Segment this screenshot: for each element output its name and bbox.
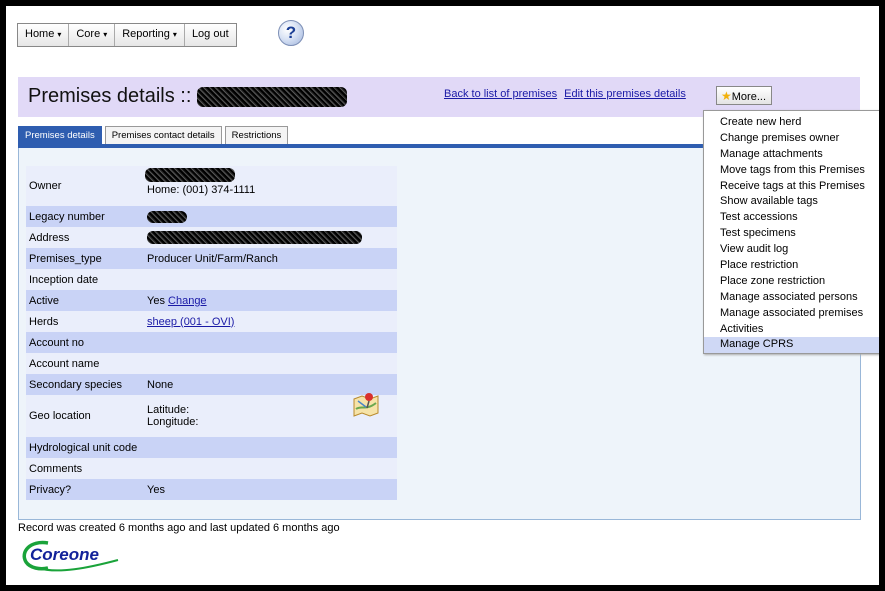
owner-phone: Home: (001) 374-1111 [147,184,256,196]
herds-label: Herds [29,315,59,328]
menu-core[interactable]: Core ▾ [69,24,116,46]
geo-location-label: Geo location [29,410,91,422]
row-geo-location: Geo location Latitude: Longitude: [26,393,397,437]
row-owner: Owner Home: (001) 374-1111 [26,166,397,206]
menu-item-test-accessions[interactable]: Test accessions [704,210,879,226]
row-address: Address [26,227,397,248]
menu-item-manage-associated-persons[interactable]: Manage associated persons [704,290,879,306]
legacy-number-label: Legacy number [29,210,105,223]
owner-label: Owner [29,180,62,192]
menu-item-place-zone-restriction[interactable]: Place zone restriction [704,274,879,290]
menu-item-manage-cprs[interactable]: Manage CPRS [704,337,879,354]
row-account-name: Account name [26,353,397,374]
menu-home[interactable]: Home ▾ [18,24,70,46]
menu-logout[interactable]: Log out [185,24,236,46]
herd-link[interactable]: sheep (001 - OVI) [147,316,234,328]
inception-date-label: Inception date [29,273,99,286]
menu-item-activities[interactable]: Activities [704,322,879,338]
row-herds: Herds sheep (001 - OVI) [26,311,397,332]
tab-premises-details[interactable]: Premises details [18,126,102,145]
app-window: Home ▾ Core ▾ Reporting ▾ Log out ? Premise… [6,6,879,585]
row-premises-type: Premises_type Producer Unit/Farm/Ranch [26,248,397,269]
premises-type-label: Premises_type [29,252,102,265]
map-pin-icon[interactable] [352,391,380,417]
help-icon[interactable]: ? [278,20,304,46]
menu-item-place-restriction[interactable]: Place restriction [704,258,879,274]
more-button[interactable]: ★More... [716,86,772,105]
tab-restrictions[interactable]: Restrictions [224,126,289,145]
row-secondary-species: Secondary species None [26,374,397,395]
privacy-value: Yes [147,483,165,496]
svg-text:Coreone: Coreone [30,545,99,564]
edit-premises-link[interactable]: Edit this premises details [564,88,686,100]
menu-item-create-new-herd[interactable]: Create new herd [704,115,879,131]
row-legacy-number: Legacy number [26,206,397,227]
chevron-down-icon: ▾ [172,30,177,39]
premises-type-value: Producer Unit/Farm/Ranch [147,252,278,265]
redacted-legacy [147,210,187,223]
back-to-list-link[interactable]: Back to list of premises [444,88,557,100]
menu-item-receive-tags[interactable]: Receive tags at this Premises [704,179,879,195]
menu-item-view-audit-log[interactable]: View audit log [704,242,879,258]
account-no-label: Account no [29,336,85,349]
star-icon: ★ [721,89,732,103]
menu-item-move-tags[interactable]: Move tags from this Premises [704,163,879,179]
comments-label: Comments [29,462,83,475]
owner-value: Home: (001) 374-1111 [145,168,397,196]
longitude-label: Longitude: [147,416,199,428]
page-title: Premises details :: [28,85,347,108]
row-comments: Comments [26,458,397,479]
account-name-label: Account name [29,357,100,370]
chevron-down-icon: ▾ [57,30,62,39]
redacted-name [196,86,347,107]
top-menu: Home ▾ Core ▾ Reporting ▾ Log out [17,23,237,47]
active-label: Active [29,294,59,307]
menu-item-show-available-tags[interactable]: Show available tags [704,194,879,210]
active-value: Yes [147,294,165,307]
row-hydrological-unit-code: Hydrological unit code [26,437,397,458]
menu-item-test-specimens[interactable]: Test specimens [704,226,879,242]
details-table: Owner Home: (001) 374-1111 Legacy number… [26,166,397,500]
redacted-owner [145,168,235,182]
row-account-no: Account no [26,332,397,353]
redacted-address [147,231,362,244]
header-links: Back to list of premises Edit this premi… [444,88,690,100]
record-info: Record was created 6 months ago and last… [18,522,340,534]
hydrological-unit-code-label: Hydrological unit code [29,441,138,454]
tab-premises-contact-details[interactable]: Premises contact details [104,126,222,145]
secondary-species-value: None [147,378,174,391]
row-inception-date: Inception date [26,269,397,290]
menu-item-manage-associated-premises[interactable]: Manage associated premises [704,306,879,322]
change-active-link[interactable]: Change [168,295,207,307]
tab-bar: Premises details Premises contact detail… [18,126,291,145]
more-dropdown-menu: Create new herd Change premises owner Ma… [703,110,879,355]
row-active: Active Yes Change [26,290,397,311]
address-label: Address [29,231,70,244]
chevron-down-icon: ▾ [103,30,108,39]
row-privacy: Privacy? Yes [26,479,397,500]
secondary-species-label: Secondary species [29,378,122,391]
menu-reporting[interactable]: Reporting ▾ [115,24,185,46]
menu-item-change-premises-owner[interactable]: Change premises owner [704,131,879,147]
privacy-label: Privacy? [29,483,72,496]
coreone-logo: Coreone [22,540,119,572]
menu-item-manage-attachments[interactable]: Manage attachments [704,147,879,163]
